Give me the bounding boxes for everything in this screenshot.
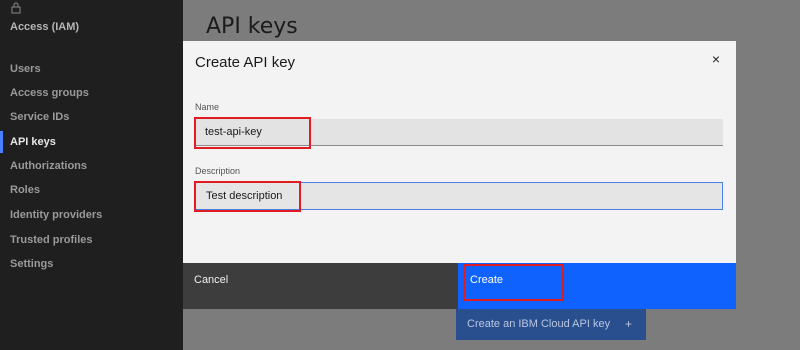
description-highlight-box [194,181,301,212]
sidebar-item-users[interactable]: Users [0,58,183,80]
sidebar-item-api-keys[interactable]: API keys [0,131,183,153]
sidebar-item-access-groups[interactable]: Access groups [0,82,183,104]
sidebar-item-service-ids[interactable]: Service IDs [0,106,183,128]
plus-icon: + [624,317,632,331]
sidebar-item-trusted-profiles[interactable]: Trusted profiles [0,229,183,251]
close-icon[interactable]: × [708,51,724,67]
description-label: Description [195,166,241,176]
sidebar-item-identity-providers[interactable]: Identity providers [0,204,183,226]
name-label: Name [195,102,220,112]
page-title: API keys [206,14,298,39]
create-ibm-cloud-api-key-button[interactable]: Create an IBM Cloud API key + [456,309,646,340]
sidebar-title: Access (IAM) [10,21,80,33]
modal-title: Create API key [195,54,296,71]
sidebar-item-settings[interactable]: Settings [0,253,183,275]
create-highlight-box [463,264,564,301]
create-api-key-modal: Create API key × Name test-api-key Descr… [183,41,736,263]
cancel-button[interactable]: Cancel [183,263,458,309]
lock-icon [11,2,21,14]
name-highlight-box [194,117,311,149]
sidebar: Access (IAM) Users Access groups Service… [0,0,183,350]
sidebar-item-roles[interactable]: Roles [0,179,183,201]
create-ibm-cloud-api-key-label: Create an IBM Cloud API key [467,318,611,330]
sidebar-item-authorizations[interactable]: Authorizations [0,155,183,177]
